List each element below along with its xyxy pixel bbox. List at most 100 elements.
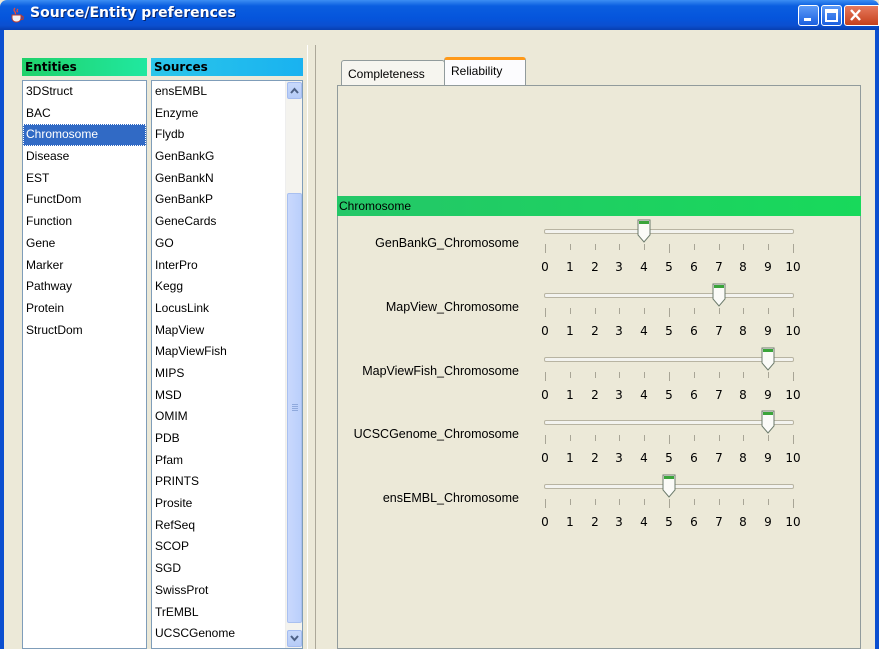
slider-thumb[interactable] — [637, 219, 651, 243]
entity-item[interactable]: Function — [23, 211, 146, 233]
slider-tick — [694, 499, 695, 505]
source-item[interactable]: MSD — [152, 385, 285, 407]
slider-label: MapView_Chromosome — [385, 300, 519, 314]
entity-item[interactable]: BAC — [23, 103, 146, 125]
slider-tick-label: 9 — [764, 260, 772, 274]
java-cup-icon — [8, 6, 26, 24]
sources-list[interactable]: ensEMBL Enzyme Flydb GenBankG GenBankN GenBan… — [151, 80, 303, 649]
entity-item[interactable]: StructDom — [23, 320, 146, 342]
slider-tick-label: 4 — [640, 324, 648, 338]
source-item[interactable]: GO — [152, 233, 285, 255]
close-button[interactable] — [844, 5, 879, 26]
source-item[interactable]: RefSeq — [152, 515, 285, 537]
slider-thumb[interactable] — [761, 410, 775, 434]
title-bar[interactable]: Source/Entity preferences — [0, 0, 879, 30]
slider-tick-label: 5 — [665, 515, 673, 529]
slider-thumb[interactable] — [662, 474, 676, 498]
slider-tick — [719, 308, 720, 314]
entity-item[interactable]: 3DStruct — [23, 81, 146, 103]
source-item[interactable]: Pfam — [152, 450, 285, 472]
tab-reliability[interactable]: Reliability — [444, 57, 526, 85]
slider-track[interactable] — [544, 229, 794, 234]
slider-tick-label: 4 — [640, 260, 648, 274]
entity-item[interactable]: Pathway — [23, 276, 146, 298]
source-item[interactable]: TrEMBL — [152, 602, 285, 624]
source-item[interactable]: InterPro — [152, 255, 285, 277]
slider-tick — [545, 435, 546, 444]
entity-item[interactable]: Chromosome — [23, 124, 146, 147]
source-item[interactable]: Enzyme — [152, 103, 285, 125]
slider-tick — [595, 244, 596, 250]
scrollbar-thumb[interactable] — [287, 193, 302, 623]
source-item[interactable]: MIPS — [152, 363, 285, 385]
source-item[interactable]: PRINTS — [152, 471, 285, 493]
source-item[interactable]: GeneCards — [152, 211, 285, 233]
slider-tick-label: 8 — [739, 515, 747, 529]
slider-tick — [719, 244, 720, 250]
source-item[interactable]: SCOP — [152, 536, 285, 558]
slider-tick-label: 1 — [566, 260, 574, 274]
slider-tick-label: 5 — [665, 260, 673, 274]
source-item[interactable]: PDB — [152, 428, 285, 450]
sources-scrollbar[interactable] — [285, 81, 302, 648]
sources-header: Sources — [151, 58, 303, 76]
source-item[interactable]: SwissProt — [152, 580, 285, 602]
source-item[interactable]: MapView — [152, 320, 285, 342]
source-item[interactable]: GenBankN — [152, 168, 285, 190]
source-item[interactable]: Kegg — [152, 276, 285, 298]
entity-item[interactable]: Protein — [23, 298, 146, 320]
maximize-button[interactable] — [821, 5, 842, 26]
entity-item[interactable]: Marker — [23, 255, 146, 277]
slider-tick-label: 8 — [739, 388, 747, 402]
slider-track[interactable] — [544, 357, 794, 362]
slider-track[interactable] — [544, 293, 794, 298]
slider-tick — [644, 435, 645, 441]
source-item[interactable]: OMIM — [152, 406, 285, 428]
source-item[interactable]: GenBankG — [152, 146, 285, 168]
entity-item[interactable]: Gene — [23, 233, 146, 255]
slider-tick-label: 10 — [785, 451, 801, 465]
source-item[interactable]: UCSCGenome — [152, 623, 285, 645]
source-item[interactable]: SGD — [152, 558, 285, 580]
slider-tick — [595, 499, 596, 505]
slider-tick-label: 7 — [715, 515, 723, 529]
minimize-button[interactable] — [798, 5, 819, 26]
slider-tick — [570, 499, 571, 505]
slider-tick-label: 1 — [566, 324, 574, 338]
chevron-down-icon — [290, 635, 299, 642]
source-item[interactable]: LocusLink — [152, 298, 285, 320]
slider-tick-label: 9 — [764, 388, 772, 402]
split-pane-divider[interactable] — [307, 45, 316, 649]
slider-thumb[interactable] — [761, 347, 775, 371]
slider-tick — [669, 308, 670, 317]
entity-item[interactable]: Disease — [23, 146, 146, 168]
scroll-up-button[interactable] — [287, 82, 302, 99]
source-item[interactable]: ensEMBL — [152, 81, 285, 103]
preferences-tabs: Completeness Reliability — [337, 57, 861, 649]
slider-tick — [644, 244, 645, 250]
slider-label: UCSCGenome_Chromosome — [353, 427, 519, 441]
source-item[interactable]: MapViewFish — [152, 341, 285, 363]
source-item[interactable]: GenBankP — [152, 189, 285, 211]
scroll-down-button[interactable] — [287, 630, 302, 647]
entities-header: Entities — [22, 58, 147, 76]
slider-tick — [644, 372, 645, 378]
slider-thumb[interactable] — [712, 283, 726, 307]
slider-tick — [793, 308, 794, 317]
entities-list[interactable]: 3DStruct BAC Chromosome Disease EST FunctDom F… — [22, 80, 147, 649]
slider-tick-label: 8 — [739, 260, 747, 274]
tab-completeness[interactable]: Completeness — [341, 60, 445, 86]
slider-tick-label: 10 — [785, 260, 801, 274]
slider-tick-label: 3 — [615, 324, 623, 338]
slider-tick-label: 7 — [715, 451, 723, 465]
source-item[interactable]: Prosite — [152, 493, 285, 515]
slider-track[interactable] — [544, 420, 794, 425]
slider-tick-label: 3 — [615, 260, 623, 274]
slider-tick-label: 7 — [715, 260, 723, 274]
source-item[interactable]: Flydb — [152, 124, 285, 146]
entity-item[interactable]: EST — [23, 168, 146, 190]
slider-tick — [545, 372, 546, 381]
entity-item[interactable]: FunctDom — [23, 189, 146, 211]
slider-label: MapViewFish_Chromosome — [362, 364, 519, 378]
thumb-grip — [292, 410, 298, 411]
